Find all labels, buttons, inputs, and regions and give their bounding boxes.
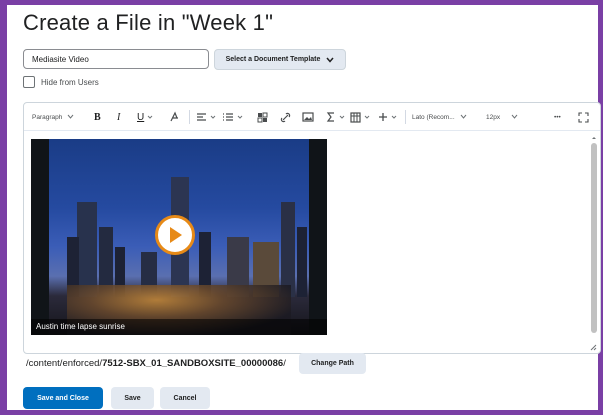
more-actions-button[interactable]: ••• <box>554 111 561 123</box>
chevron-down-icon <box>67 114 74 119</box>
font-size-label: 12px <box>486 113 501 121</box>
underline-icon: U <box>137 111 145 123</box>
align-left-icon <box>197 113 206 121</box>
path-org-unit: 7512-SBX_01_SANDBOXSITE_00000086 <box>102 358 284 369</box>
chevron-down-icon <box>147 115 153 119</box>
plus-icon <box>379 113 387 121</box>
save-and-close-button[interactable]: Save and Close <box>23 387 103 409</box>
cancel-button[interactable]: Cancel <box>160 387 210 409</box>
hide-from-users-checkbox[interactable] <box>23 76 35 88</box>
change-path-button[interactable]: Change Path <box>299 353 366 374</box>
chevron-down-icon <box>391 115 397 119</box>
list-icon <box>223 113 233 121</box>
underline-dropdown[interactable]: U <box>137 111 154 123</box>
scroll-up-icon <box>592 137 596 139</box>
file-path: /content/enforced/7512-SBX_01_SANDBOXSIT… <box>26 358 286 369</box>
file-name-input[interactable] <box>23 49 209 69</box>
font-family-dropdown[interactable]: Lato (Recom... <box>412 111 469 123</box>
bold-button[interactable]: B <box>94 111 101 123</box>
toolbar-divider <box>405 110 406 124</box>
link-icon <box>280 112 291 122</box>
font-family-label: Lato (Recom... <box>412 113 455 121</box>
insert-more-dropdown[interactable] <box>378 111 398 123</box>
chevron-down-icon <box>210 115 216 119</box>
path-suffix: / <box>283 358 286 369</box>
paragraph-format-label: Paragraph <box>32 113 63 121</box>
toolbar-divider <box>189 110 190 124</box>
chevron-down-icon <box>511 114 518 119</box>
editor-toolbar: Paragraph B I U Lato (Recom... 12px ••• <box>24 103 600 131</box>
font-size-dropdown[interactable]: 12px <box>486 111 520 123</box>
chevron-down-icon <box>237 115 243 119</box>
chevron-down-icon <box>364 115 370 119</box>
resize-handle-icon[interactable] <box>589 343 597 351</box>
italic-button[interactable]: I <box>117 111 120 123</box>
table-dropdown[interactable] <box>350 111 371 123</box>
insert-stuff-button[interactable] <box>257 111 268 123</box>
fullscreen-button[interactable] <box>578 111 589 123</box>
equation-dropdown[interactable] <box>326 111 346 123</box>
insert-image-button[interactable] <box>302 111 314 123</box>
insert-link-button[interactable] <box>280 111 291 123</box>
table-icon <box>350 111 361 123</box>
hide-from-users-label: Hide from Users <box>41 77 99 87</box>
create-file-dialog: Create a File in "Week 1" Select a Docum… <box>7 5 601 410</box>
bold-icon: B <box>94 111 101 123</box>
insert-stuff-icon <box>257 112 268 122</box>
align-dropdown[interactable] <box>196 111 217 123</box>
chevron-down-icon <box>326 57 334 63</box>
editor-content[interactable]: Austin time lapse sunrise <box>24 131 588 353</box>
html-editor[interactable]: Paragraph B I U Lato (Recom... 12px ••• … <box>23 102 601 354</box>
save-button[interactable]: Save <box>111 387 154 409</box>
sigma-icon <box>326 112 334 122</box>
play-icon <box>170 227 182 243</box>
image-icon <box>302 112 314 122</box>
scroll-thumb[interactable] <box>591 143 597 333</box>
list-dropdown[interactable] <box>222 111 244 123</box>
editor-scrollbar[interactable] <box>590 135 598 341</box>
font-color-button[interactable] <box>169 111 181 123</box>
video-embed[interactable]: Austin time lapse sunrise <box>31 139 327 335</box>
italic-icon: I <box>117 111 121 123</box>
hide-from-users-row[interactable]: Hide from Users <box>23 76 99 88</box>
page-title: Create a File in "Week 1" <box>23 10 274 35</box>
paragraph-format-dropdown[interactable]: Paragraph <box>32 111 76 123</box>
chevron-down-icon <box>460 114 467 119</box>
play-button[interactable] <box>155 215 195 255</box>
chevron-down-icon <box>339 115 345 119</box>
fullscreen-icon <box>578 111 589 123</box>
more-icon: ••• <box>554 113 561 121</box>
font-color-icon <box>170 111 178 122</box>
select-template-label: Select a Document Template <box>225 56 321 63</box>
path-prefix: /content/enforced/ <box>26 358 103 369</box>
select-template-button[interactable]: Select a Document Template <box>214 49 346 70</box>
video-caption: Austin time lapse sunrise <box>31 319 327 335</box>
